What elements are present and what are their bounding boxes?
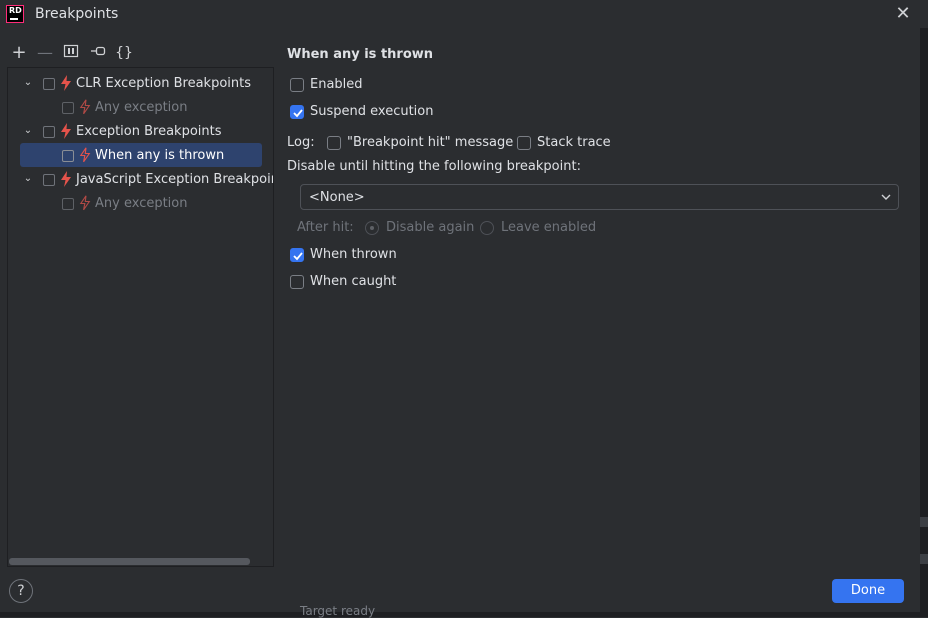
add-breakpoint-icon[interactable]: + bbox=[10, 44, 28, 62]
lightning-icon bbox=[61, 171, 71, 187]
rider-logo-icon: RD bbox=[6, 5, 24, 23]
tree-item-checkbox[interactable] bbox=[43, 78, 55, 90]
dialog-title: Breakpoints bbox=[35, 6, 119, 22]
background-scrollbar-thumb bbox=[920, 517, 928, 527]
tree-item-label: JavaScript Exception Breakpoints bbox=[76, 172, 274, 187]
lightning-icon bbox=[61, 75, 71, 91]
close-icon[interactable]: ✕ bbox=[892, 4, 914, 26]
tree-item-any-exception[interactable]: Any exception bbox=[8, 192, 273, 216]
done-button[interactable]: Done bbox=[832, 579, 904, 603]
log-message-checkbox[interactable] bbox=[327, 136, 341, 150]
background-status-text: Target ready bbox=[300, 604, 376, 618]
log-message-label: "Breakpoint hit" message bbox=[347, 135, 514, 150]
breakpoints-tree[interactable]: ⌄ CLR Exception Breakpoints Any exceptio… bbox=[7, 67, 274, 567]
log-label: Log: bbox=[287, 135, 315, 150]
dialog-title-bar[interactable]: RD Breakpoints ✕ bbox=[0, 0, 928, 28]
checkmark-icon bbox=[293, 109, 303, 118]
disable-again-radio[interactable] bbox=[365, 221, 379, 235]
tree-item-checkbox[interactable] bbox=[43, 126, 55, 138]
tree-item-clr-exception-breakpoints[interactable]: ⌄ CLR Exception Breakpoints bbox=[8, 72, 273, 96]
leave-enabled-label: Leave enabled bbox=[501, 220, 597, 235]
tree-item-label: Exception Breakpoints bbox=[76, 124, 222, 139]
tree-item-checkbox[interactable] bbox=[62, 150, 74, 162]
after-hit-label: After hit: bbox=[297, 220, 354, 235]
breakpoint-details-title: When any is thrown bbox=[287, 47, 434, 62]
tree-item-checkbox[interactable] bbox=[62, 198, 74, 210]
lightning-outline-icon bbox=[79, 195, 91, 211]
when-caught-label: When caught bbox=[310, 274, 397, 289]
enabled-label: Enabled bbox=[310, 77, 363, 92]
when-thrown-label: When thrown bbox=[310, 247, 397, 262]
chevron-down-icon[interactable]: ⌄ bbox=[22, 173, 34, 185]
group-by-file-icon[interactable] bbox=[62, 44, 80, 62]
background-editor-strip bbox=[920, 28, 928, 617]
group-by-type-icon[interactable] bbox=[89, 44, 107, 62]
tree-item-label: Any exception bbox=[95, 196, 188, 211]
chevron-down-icon[interactable]: ⌄ bbox=[22, 125, 34, 137]
chevron-down-icon[interactable]: ⌄ bbox=[22, 77, 34, 89]
enabled-checkbox[interactable] bbox=[290, 78, 304, 92]
suspend-execution-label: Suspend execution bbox=[310, 104, 434, 119]
background-bottom-strip bbox=[0, 612, 928, 617]
lightning-outline-icon bbox=[79, 147, 91, 163]
tree-item-exception-breakpoints[interactable]: ⌄ Exception Breakpoints bbox=[8, 120, 273, 144]
tree-item-any-exception[interactable]: Any exception bbox=[8, 96, 273, 120]
tree-horizontal-scrollbar[interactable] bbox=[9, 558, 250, 565]
suspend-execution-checkbox[interactable] bbox=[290, 105, 304, 119]
braces-icon[interactable]: {} bbox=[115, 44, 133, 62]
chevron-down-icon bbox=[881, 194, 891, 200]
disable-until-breakpoint-select[interactable]: <None> bbox=[300, 184, 899, 210]
stack-trace-label: Stack trace bbox=[537, 135, 611, 150]
background-scrollbar-thumb bbox=[920, 554, 928, 564]
tree-item-when-any-is-thrown[interactable]: When any is thrown bbox=[8, 144, 273, 168]
tree-item-label: Any exception bbox=[95, 100, 188, 115]
tree-item-label: CLR Exception Breakpoints bbox=[76, 76, 251, 91]
tree-item-javascript-exception-breakpoints[interactable]: ⌄ JavaScript Exception Breakpoints bbox=[8, 168, 274, 192]
lightning-icon bbox=[61, 123, 71, 139]
tree-item-checkbox[interactable] bbox=[62, 102, 74, 114]
leave-enabled-radio[interactable] bbox=[480, 221, 494, 235]
stack-trace-checkbox[interactable] bbox=[517, 136, 531, 150]
tree-item-checkbox[interactable] bbox=[43, 174, 55, 186]
select-value: <None> bbox=[309, 190, 365, 205]
disable-until-label: Disable until hitting the following brea… bbox=[287, 159, 581, 174]
tree-item-label: When any is thrown bbox=[95, 148, 225, 163]
remove-breakpoint-icon[interactable]: — bbox=[36, 44, 54, 62]
disable-again-label: Disable again bbox=[386, 220, 475, 235]
lightning-outline-icon bbox=[79, 99, 91, 115]
checkmark-icon bbox=[293, 252, 303, 261]
when-caught-checkbox[interactable] bbox=[290, 275, 304, 289]
help-button[interactable]: ? bbox=[9, 579, 33, 603]
logo-text: RD bbox=[9, 6, 22, 15]
when-thrown-checkbox[interactable] bbox=[290, 248, 304, 262]
